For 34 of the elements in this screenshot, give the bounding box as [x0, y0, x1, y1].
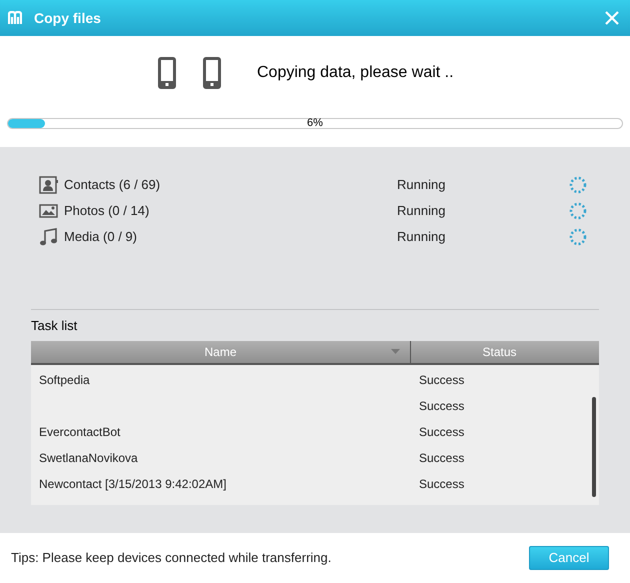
phone-icon — [158, 57, 176, 89]
spinner-icon — [569, 228, 587, 246]
spinner-icon — [569, 176, 587, 194]
table-cell-text: Success — [418, 372, 464, 388]
image-icon — [39, 202, 59, 220]
contact-card-icon — [39, 176, 59, 194]
column-header[interactable]: Status — [411, 340, 588, 362]
window-title: Copy files — [34, 8, 101, 28]
item-status: Running — [397, 202, 446, 220]
item-label: Media (0 / 9) — [64, 228, 138, 246]
spinner-icon — [569, 202, 587, 220]
column-header[interactable]: Name — [31, 340, 411, 362]
close-icon — [605, 11, 619, 25]
table-cell-text: Success — [418, 398, 464, 414]
tip-text: Tips: Please keep devices connected while transferring. — [11, 549, 332, 568]
app-logo-icon — [8, 11, 22, 25]
item-status: Running — [397, 176, 446, 194]
phone-icon — [203, 57, 221, 89]
item-status: Running — [397, 228, 446, 246]
sort-caret-icon — [391, 349, 400, 354]
table-cell-text: Newcontact [3/15/2013 9:42:02AM] — [38, 476, 228, 492]
table-cell-text: Softpedia — [38, 372, 91, 388]
music-note-icon — [39, 228, 59, 246]
table-cell-text: Success — [418, 476, 464, 492]
table-cell-text: SwetlanaNovikova — [38, 450, 139, 466]
cancel-button[interactable]: Cancel — [529, 546, 609, 570]
progress-label: 6% — [307, 116, 323, 130]
status-message: Copying data, please wait .. — [257, 63, 454, 83]
table-cell-text: EvercontactBot — [38, 424, 122, 440]
table-cell-text: Success — [418, 424, 464, 440]
item-label: Photos (0 / 14) — [64, 202, 150, 220]
table-cell-text: Success — [418, 450, 464, 466]
section-title: Task list — [31, 317, 78, 335]
item-label: Contacts (6 / 69) — [64, 176, 162, 194]
